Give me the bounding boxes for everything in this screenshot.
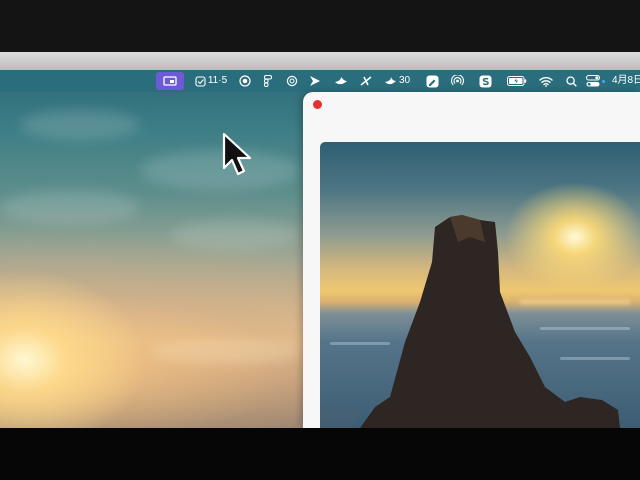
close-button[interactable] [313, 100, 322, 109]
pen-icon[interactable] [425, 70, 439, 92]
checkbox-icon [195, 75, 206, 87]
letterbox-top [0, 0, 640, 52]
todo-menu-item[interactable]: 11 · 5 [194, 70, 228, 92]
menu-bar: 11 · 5 30 4月8日 [0, 70, 640, 92]
app-window [303, 92, 640, 428]
record-icon[interactable] [238, 70, 252, 92]
sea-stack-rock [320, 215, 620, 428]
satellite-icon[interactable] [358, 70, 374, 92]
bird-icon[interactable] [333, 70, 349, 92]
photo-preview [320, 142, 640, 428]
letterbox-bottom [0, 428, 640, 480]
s-app-icon[interactable] [478, 70, 492, 92]
mouse-cursor-icon [222, 132, 252, 176]
screen-capture-icon[interactable] [156, 72, 184, 90]
send-arrow-icon[interactable] [308, 70, 322, 92]
desktop-screen: 11 · 5 30 4月8日 [0, 52, 640, 428]
weather-menu-item[interactable]: 30 [382, 70, 412, 92]
broadcast-icon[interactable] [450, 70, 464, 92]
openai-icon[interactable] [285, 70, 299, 92]
todo-total: 5 [221, 75, 228, 86]
figma-icon[interactable] [262, 70, 274, 92]
todo-count: 11 [207, 75, 219, 86]
search-icon[interactable] [564, 70, 578, 92]
control-center-icon[interactable] [585, 70, 605, 92]
date-label: 4月8日 [612, 75, 640, 86]
weather-icon [384, 76, 396, 84]
wifi-icon[interactable] [538, 70, 554, 92]
battery-icon[interactable] [506, 70, 528, 92]
date-clock[interactable]: 4月8日 [612, 70, 640, 92]
notification-dot [601, 79, 605, 83]
temperature-label: 30 [398, 75, 411, 86]
screen-bezel [0, 52, 640, 70]
